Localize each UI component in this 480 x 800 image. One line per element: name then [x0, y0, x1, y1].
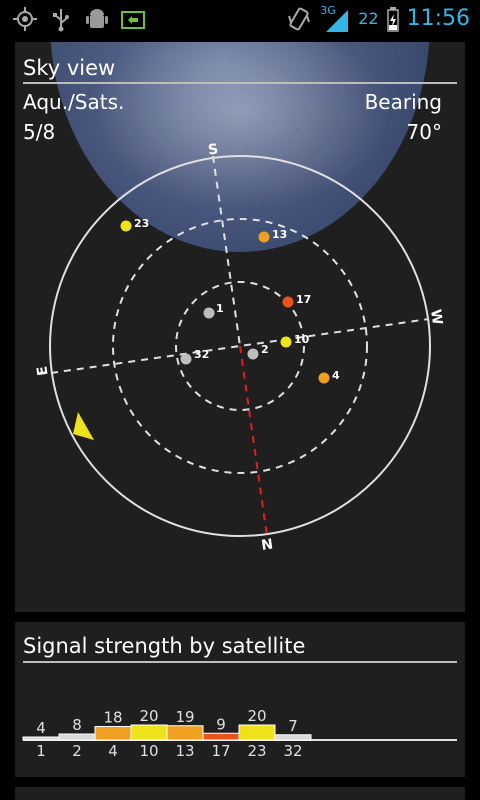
signal-value-label: 18 — [103, 709, 122, 727]
signal-bar-17 — [202, 732, 240, 741]
signal-value-label: 9 — [216, 715, 226, 733]
satellite-label: 32 — [194, 348, 209, 361]
satellite-dot — [258, 231, 270, 243]
signal-value-label: 19 — [175, 708, 194, 726]
signal-icon: 3G — [320, 4, 350, 34]
satellite-label: 23 — [134, 217, 149, 230]
compass-north: N — [260, 534, 274, 551]
gps-icon — [13, 7, 37, 31]
satellite-id-label: 32 — [283, 742, 302, 760]
bearing-marker-icon — [73, 412, 94, 440]
signal-bar-32 — [274, 734, 312, 741]
satellite-id-label: 2 — [72, 742, 82, 760]
signal-bar-10 — [130, 724, 168, 741]
satellite-id-label: 17 — [211, 742, 230, 760]
satellite-32[interactable]: 32 — [180, 348, 210, 365]
satellite-dot — [280, 336, 292, 348]
satellite-label: 2 — [261, 343, 269, 356]
satellite-23[interactable]: 23 — [120, 217, 150, 232]
satellite-dot — [180, 353, 192, 365]
sky-view-panel: Sky view Aqu./Sats. 5/8 Bearing 70° S N … — [15, 42, 465, 612]
signal-bar-23 — [238, 724, 276, 741]
signal-strength-panel: Signal strength by satellite 4 1 8 2 18 4 20 10… — [15, 622, 465, 777]
satellite-id-label: 1 — [36, 742, 46, 760]
compass-south: S — [207, 141, 219, 158]
status-bar: 3G 22 11:56 — [0, 0, 480, 38]
satellite-label: 4 — [332, 369, 340, 382]
satellite-10[interactable]: 10 — [280, 333, 310, 348]
north-axis — [239, 345, 268, 537]
clock: 11:56 — [406, 6, 470, 31]
battery-icon — [386, 7, 399, 32]
satellite-label: 1 — [216, 302, 224, 315]
battery-percent: 22 — [358, 9, 379, 28]
sky-plot[interactable]: S N E W 23 13 17 1 10 2 32 4 — [15, 42, 465, 612]
signal-chart: 4182184201019139172023732 — [22, 707, 457, 760]
satellite-13[interactable]: 13 — [258, 228, 288, 243]
satellite-17[interactable]: 17 — [282, 293, 312, 308]
android-debug-icon — [86, 9, 108, 28]
signal-bar-1 — [22, 736, 60, 741]
signal-bar-4 — [94, 726, 132, 741]
signal-bar-13 — [166, 725, 204, 741]
satellite-dot — [282, 296, 294, 308]
signal-value-label: 8 — [72, 716, 82, 734]
signal-bar-2 — [58, 733, 96, 741]
south-axis — [212, 155, 241, 347]
sdcard-icon — [121, 11, 145, 29]
satellite-1[interactable]: 1 — [203, 302, 224, 319]
status-left-icons — [12, 6, 146, 32]
satellite-label: 13 — [272, 228, 287, 241]
vibrate-icon — [288, 7, 311, 31]
compass-east: E — [34, 365, 51, 377]
satellite-4[interactable]: 4 — [318, 369, 341, 384]
signal-value-label: 7 — [288, 717, 298, 735]
satellite-label: 10 — [294, 333, 310, 346]
satellite-id-label: 10 — [139, 742, 158, 760]
satellite-dot — [247, 348, 259, 360]
signal-value-label: 20 — [139, 707, 158, 725]
status-right: 3G 22 11:56 — [286, 3, 470, 35]
satellite-id-label: 4 — [108, 742, 118, 760]
compass-west: W — [427, 308, 445, 326]
satellite-dot — [203, 307, 215, 319]
satellite-dot — [318, 372, 330, 384]
satellite-id-label: 23 — [247, 742, 266, 760]
usb-icon — [53, 9, 69, 32]
satellite-id-label: 13 — [175, 742, 194, 760]
signal-value-label: 20 — [247, 707, 266, 725]
satellite-dot — [120, 220, 132, 232]
next-panel-edge — [15, 787, 465, 800]
signal-value-label: 4 — [36, 719, 46, 737]
satellite-label: 17 — [296, 293, 311, 306]
